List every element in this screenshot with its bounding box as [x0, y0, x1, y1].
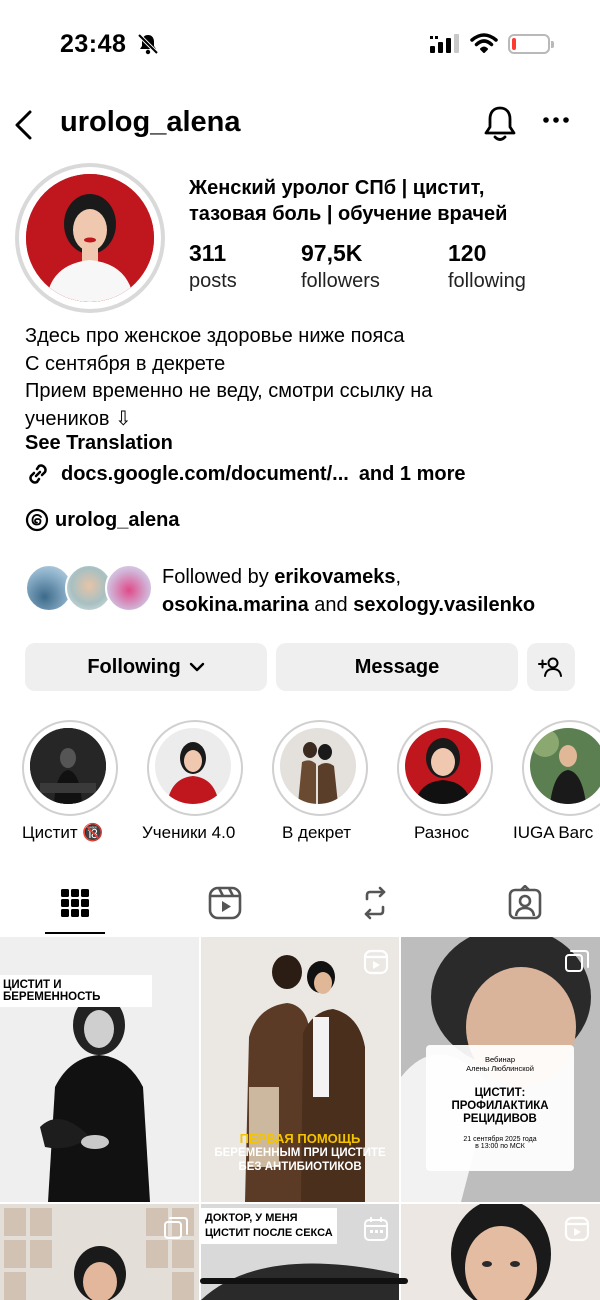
- mutual-avatar: [105, 564, 153, 612]
- post-thumbnail[interactable]: [401, 1204, 600, 1300]
- profile-display-name: Женский уролог СПб | цистит, тазовая бол…: [189, 177, 508, 225]
- post-thumbnail[interactable]: ЦИСТИТ И БЕРЕМЕННОСТЬ: [0, 937, 199, 1202]
- link-more: and 1 more: [358, 462, 466, 485]
- highlight-cover: [155, 728, 231, 804]
- stat-value: 97,5K: [301, 240, 363, 266]
- post-caption-overlay: ДОКТОР, У МЕНЯ ЦИСТИТ ПОСЛЕ СЕКСА: [201, 1208, 337, 1244]
- stat-posts[interactable]: 311 posts: [189, 240, 237, 293]
- stat-followers[interactable]: 97,5K followers: [301, 240, 380, 293]
- profile-header: urolog_alena: [0, 100, 600, 150]
- stat-label: following: [448, 270, 526, 292]
- tab-posts-grid[interactable]: [0, 870, 150, 936]
- bell-muted-icon: [137, 33, 159, 55]
- add-person-icon: [538, 657, 562, 677]
- battery-icon: [508, 34, 554, 54]
- link-icon: [29, 464, 47, 484]
- tagged-icon: [508, 885, 542, 920]
- following-button-label: Following: [87, 655, 181, 678]
- highlight-label: IUGA Barc: [513, 823, 594, 842]
- threads-handle: urolog_alena: [55, 508, 180, 531]
- highlight-label: Цистит 🔞: [22, 823, 104, 842]
- suggested-people-button[interactable]: [527, 643, 575, 691]
- status-bar: 23:48: [0, 0, 600, 90]
- highlight-label: Разнос: [414, 823, 470, 842]
- more-options-icon[interactable]: [542, 116, 570, 124]
- cellular-signal-icon: [430, 34, 459, 53]
- reels-icon: [208, 886, 242, 920]
- grid-icon: [61, 889, 89, 917]
- highlight-label: Ученики 4.0: [142, 823, 236, 842]
- threads-badge[interactable]: urolog_alena: [25, 508, 179, 532]
- tab-reels[interactable]: [150, 870, 300, 936]
- post-thumbnail[interactable]: ДОКТОР, У МЕНЯ ЦИСТИТ ПОСЛЕ СЕКСА: [201, 1204, 399, 1300]
- profile-tabs: [0, 870, 600, 936]
- stat-label: followers: [301, 270, 380, 292]
- post-caption-overlay: ЦИСТИТ И БЕРЕМЕННОСТЬ: [0, 975, 152, 1007]
- profile-bio: Здесь про женское здоровье ниже пояса С …: [25, 325, 433, 430]
- stat-label: posts: [189, 270, 237, 292]
- carousel-icon: [564, 949, 590, 980]
- stat-following[interactable]: 120 following: [448, 240, 526, 293]
- wifi-icon: [470, 33, 498, 53]
- stat-value: 311: [189, 240, 227, 266]
- stat-value: 120: [448, 240, 487, 266]
- following-button[interactable]: Following: [25, 643, 267, 691]
- active-tab-indicator: [45, 932, 105, 934]
- highlight-cover: [530, 728, 600, 804]
- highlight-cover: [30, 728, 106, 804]
- chevron-down-icon: [189, 662, 204, 672]
- message-button[interactable]: Message: [276, 643, 518, 691]
- profile-username: urolog_alena: [60, 106, 241, 138]
- notification-bell-icon[interactable]: [483, 105, 517, 143]
- back-arrow-icon[interactable]: [12, 109, 36, 141]
- home-indicator[interactable]: [200, 1278, 408, 1284]
- highlight-label: В декрет: [282, 823, 352, 842]
- profile-link[interactable]: docs.google.com/document/... and 1 more: [25, 461, 466, 487]
- post-thumbnail[interactable]: Вебинар Алены Люблинской ЦИСТИТ: ПРОФИЛА…: [401, 937, 600, 1202]
- link-text: docs.google.com/document/...: [61, 462, 349, 485]
- webinar-card: Вебинар Алены Люблинской ЦИСТИТ: ПРОФИЛА…: [426, 1045, 574, 1171]
- carousel-icon: [163, 1216, 189, 1247]
- mutual-followers-avatars[interactable]: [25, 564, 155, 614]
- reel-icon: [564, 1216, 590, 1247]
- highlight-cover: [280, 728, 356, 804]
- profile-avatar[interactable]: [15, 163, 165, 313]
- reposts-icon: [364, 886, 386, 920]
- followed-by-text[interactable]: Followed by erikovameks, osokina.marina …: [162, 563, 592, 619]
- threads-icon: [25, 508, 49, 532]
- status-time: 23:48: [60, 30, 127, 58]
- reel-icon: [363, 949, 389, 980]
- calendar-icon: [363, 1216, 389, 1247]
- post-thumbnail[interactable]: ПЕРВАЯ ПОМОЩЬ БЕРЕМЕННЫМ ПРИ ЦИСТИТЕ БЕЗ…: [201, 937, 399, 1202]
- tab-tagged[interactable]: [450, 870, 600, 936]
- avatar-photo: [26, 174, 154, 302]
- tab-reposts[interactable]: [300, 870, 450, 936]
- post-caption-overlay: ПЕРВАЯ ПОМОЩЬ БЕРЕМЕННЫМ ПРИ ЦИСТИТЕ БЕЗ…: [214, 1131, 386, 1174]
- post-thumbnail[interactable]: [0, 1204, 199, 1300]
- highlight-cover: [405, 728, 481, 804]
- see-translation-link[interactable]: See Translation: [25, 432, 173, 455]
- message-button-label: Message: [354, 655, 440, 678]
